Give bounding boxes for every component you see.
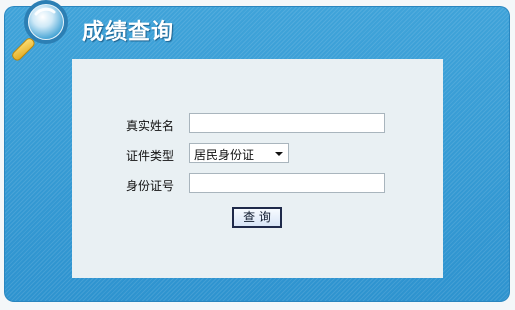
name-row: 真实姓名 [72,113,443,135]
id-type-select[interactable]: 居民身份证 [189,143,289,163]
name-input[interactable] [189,113,385,133]
magnifier-icon [12,0,68,61]
id-type-label: 证件类型 [126,149,175,163]
name-label: 真实姓名 [126,119,175,133]
id-type-row: 证件类型 居民身份证 [72,143,443,165]
id-number-label: 身份证号 [126,179,175,193]
id-type-selected-value: 居民身份证 [194,148,255,162]
score-query-panel: 成绩查询 真实姓名 证件类型 居民身份证 身份证号 查 询 [4,6,510,302]
button-row: 查 询 [72,207,443,229]
query-form-area: 真实姓名 证件类型 居民身份证 身份证号 查 询 [72,59,443,278]
page-background: 成绩查询 真实姓名 证件类型 居民身份证 身份证号 查 询 [0,0,515,310]
id-number-input[interactable] [189,173,385,193]
chevron-down-icon [275,152,283,156]
query-button[interactable]: 查 询 [232,207,282,228]
page-title: 成绩查询 [82,20,175,45]
id-number-row: 身份证号 [72,173,443,195]
